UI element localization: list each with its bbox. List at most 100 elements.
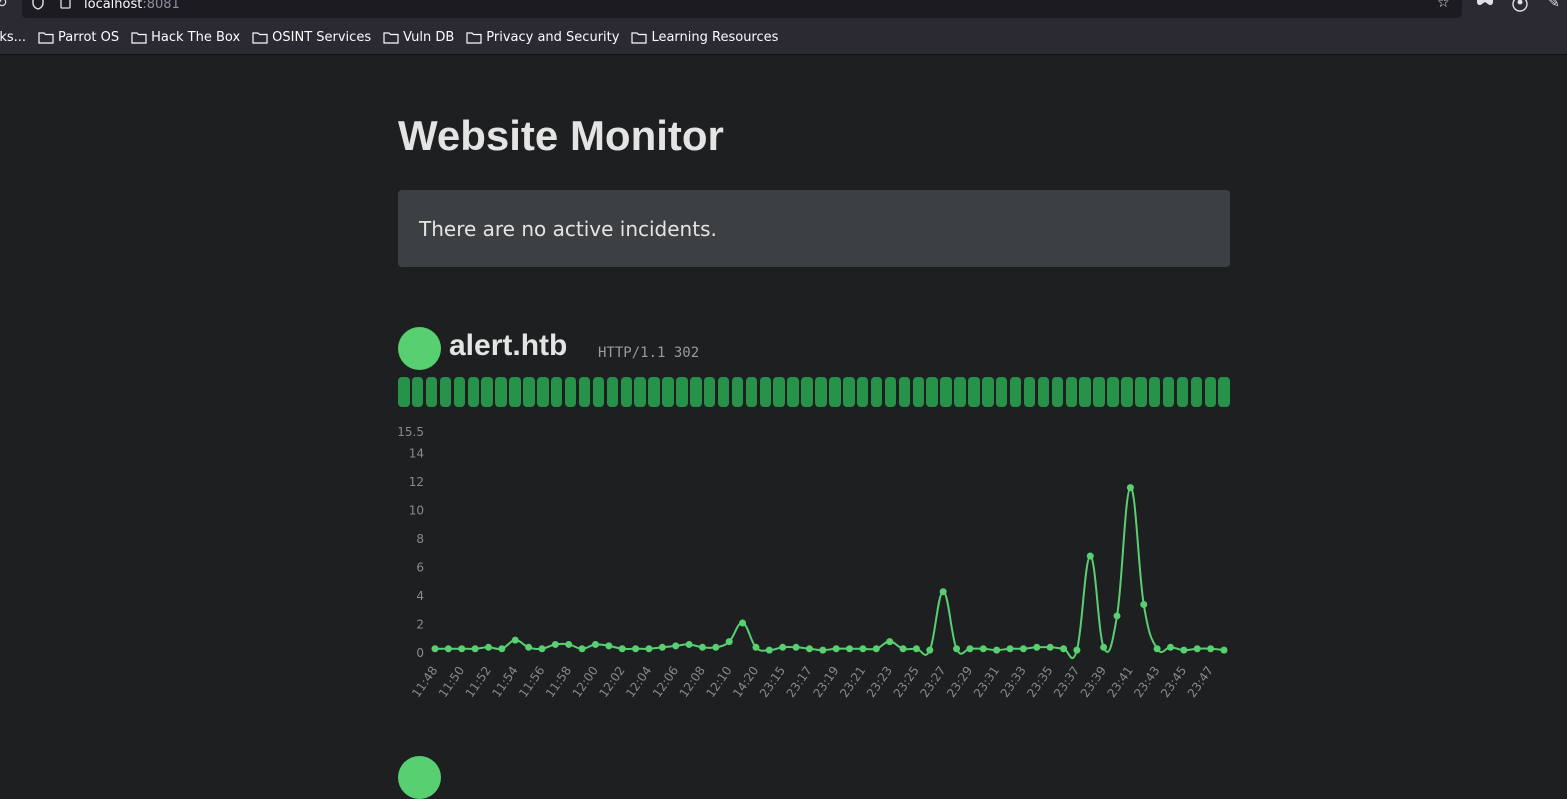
data-point[interactable] — [685, 640, 693, 648]
data-point[interactable] — [498, 645, 506, 653]
data-point[interactable] — [832, 645, 840, 653]
data-point[interactable] — [605, 642, 613, 650]
data-point[interactable] — [819, 646, 827, 654]
uptime-cell — [495, 377, 507, 407]
data-point[interactable] — [939, 588, 947, 596]
data-point[interactable] — [912, 645, 920, 653]
data-point[interactable] — [538, 645, 546, 653]
x-tick-label: 11:52 — [463, 664, 494, 700]
x-tick-label: 12:08 — [677, 664, 708, 700]
data-point[interactable] — [872, 645, 880, 653]
data-point[interactable] — [484, 643, 492, 651]
data-point[interactable] — [779, 643, 787, 651]
data-point[interactable] — [672, 642, 680, 650]
data-point[interactable] — [591, 640, 599, 648]
uptime-cell — [773, 377, 785, 407]
data-point[interactable] — [1153, 645, 1161, 653]
response-time-chart: 0 2 4 6 8 10 12 14 15.5 11:4811:5011:5211:5411:56… — [397, 425, 1228, 700]
y-tick-label: 0 — [416, 646, 424, 660]
data-point[interactable] — [979, 645, 987, 653]
uptime-cell — [898, 377, 911, 407]
data-point[interactable] — [1060, 645, 1068, 653]
uptime-cell — [676, 377, 688, 407]
uptime-cell — [1051, 377, 1064, 407]
bookmark-learning-resources[interactable]: Learning Resources — [631, 30, 778, 45]
data-point[interactable] — [1033, 643, 1041, 651]
uptime-cell — [703, 377, 716, 407]
url-text[interactable]: localhost:8081 — [84, 0, 180, 12]
data-point[interactable] — [1006, 645, 1014, 653]
data-point[interactable] — [886, 638, 894, 646]
data-point[interactable] — [1193, 645, 1201, 653]
data-point[interactable] — [1180, 646, 1188, 654]
bookmark-overflow[interactable]: rks... — [0, 30, 26, 45]
extensions-icon[interactable]: ✎ — [1548, 0, 1560, 10]
x-tick-label: 23:43 — [1131, 664, 1162, 700]
x-tick-label: 11:58 — [543, 664, 574, 700]
data-point[interactable] — [1140, 601, 1148, 609]
data-point[interactable] — [511, 636, 519, 644]
data-point[interactable] — [1207, 645, 1215, 653]
y-tick-label: 15.5 — [397, 425, 424, 439]
y-tick-label: 10 — [409, 503, 424, 517]
account-icon[interactable] — [1512, 0, 1528, 15]
data-point[interactable] — [632, 645, 640, 653]
data-point[interactable] — [712, 643, 720, 651]
data-point[interactable] — [926, 646, 934, 654]
data-point[interactable] — [953, 645, 961, 653]
uptime-cell — [481, 377, 493, 407]
data-point[interactable] — [1220, 646, 1228, 654]
data-point[interactable] — [1126, 484, 1134, 492]
reload-icon[interactable]: ↻ — [0, 0, 8, 10]
mask-icon[interactable] — [1476, 0, 1494, 11]
data-point[interactable] — [899, 645, 907, 653]
bookmark-label: Learning Resources — [651, 29, 779, 45]
data-point[interactable] — [765, 646, 773, 654]
data-point[interactable] — [471, 645, 479, 653]
star-icon[interactable]: ☆ — [1437, 0, 1450, 10]
uptime-cell — [995, 377, 1008, 407]
data-point[interactable] — [658, 643, 666, 651]
data-point[interactable] — [739, 619, 747, 627]
data-point[interactable] — [525, 643, 533, 651]
data-point[interactable] — [966, 645, 974, 653]
shield-icon[interactable] — [32, 0, 44, 13]
data-point[interactable] — [1019, 645, 1027, 653]
data-point[interactable] — [859, 645, 867, 653]
data-point[interactable] — [805, 645, 813, 653]
bookmark-privacy-and-security[interactable]: Privacy and Security — [466, 30, 619, 45]
data-point[interactable] — [645, 645, 653, 653]
uptime-cell — [884, 377, 897, 407]
data-point[interactable] — [993, 646, 1001, 654]
uptime-cell — [662, 377, 674, 407]
url-bar[interactable] — [22, 0, 1462, 18]
data-point[interactable] — [618, 645, 626, 653]
bookmark-osint-services[interactable]: OSINT Services — [252, 30, 371, 45]
data-point[interactable] — [565, 640, 573, 648]
uptime-cell — [411, 377, 424, 407]
data-point[interactable] — [792, 643, 800, 651]
data-point[interactable] — [551, 640, 559, 648]
data-point[interactable] — [1167, 643, 1175, 651]
bookmark-hack-the-box[interactable]: Hack The Box — [131, 30, 240, 45]
data-point[interactable] — [431, 645, 439, 653]
data-point[interactable] — [458, 645, 466, 653]
data-point[interactable] — [1073, 646, 1081, 654]
bookmark-vuln-db[interactable]: Vuln DB — [383, 30, 454, 45]
data-point[interactable] — [1113, 612, 1121, 620]
folder-icon — [466, 31, 482, 44]
data-point[interactable] — [725, 638, 733, 646]
data-point[interactable] — [444, 645, 452, 653]
data-point[interactable] — [1046, 643, 1054, 651]
data-point[interactable] — [1086, 552, 1094, 560]
data-point[interactable] — [578, 645, 586, 653]
data-point[interactable] — [1100, 643, 1108, 651]
x-tick-label: 23:45 — [1158, 664, 1189, 700]
data-point[interactable] — [752, 643, 760, 651]
uptime-cell — [982, 377, 994, 407]
data-point[interactable] — [698, 643, 706, 651]
bookmark-parrot-os[interactable]: Parrot OS — [38, 30, 119, 45]
uptime-cell — [1204, 377, 1217, 407]
uptime-cell — [1121, 377, 1133, 407]
data-point[interactable] — [846, 645, 854, 653]
